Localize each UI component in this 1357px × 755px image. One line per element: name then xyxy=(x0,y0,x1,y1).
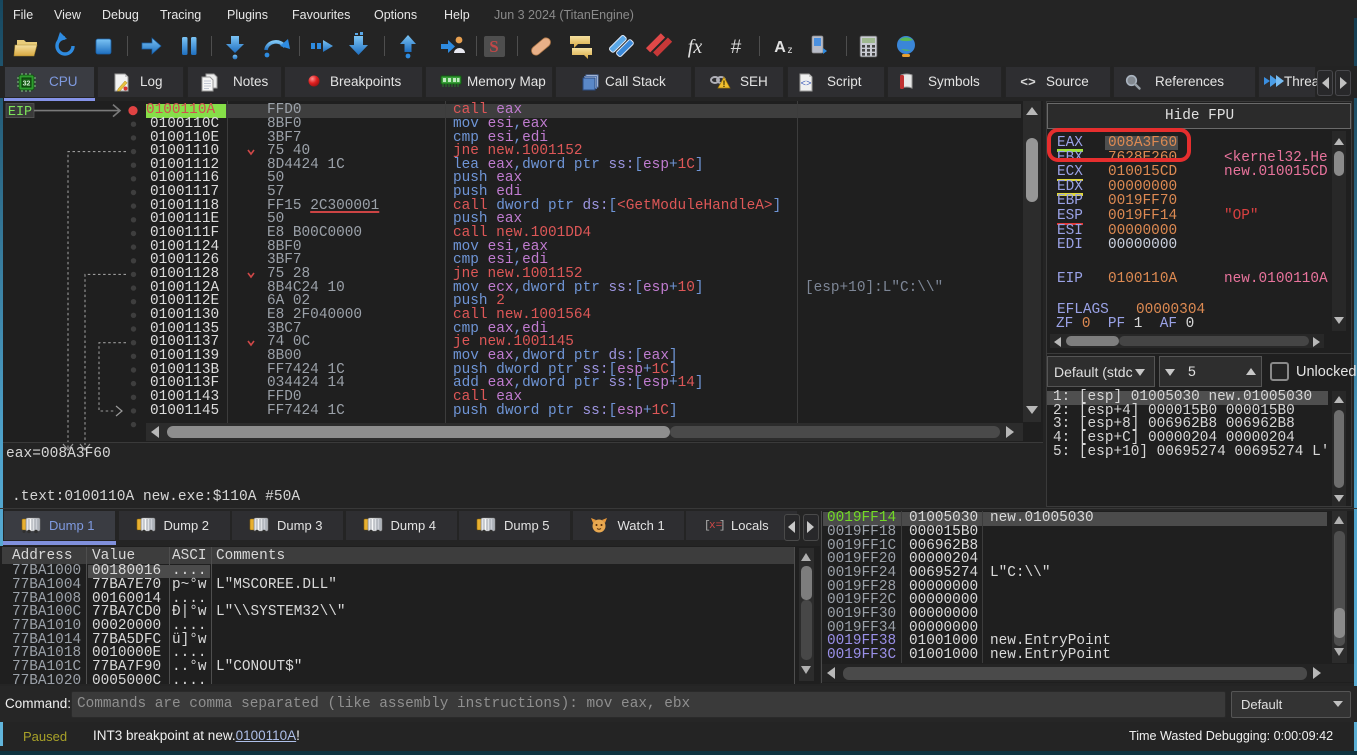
svg-text:A: A xyxy=(774,39,786,56)
svg-text:<>: <> xyxy=(1020,75,1036,89)
svg-text:fx: fx xyxy=(688,36,703,58)
svg-text:]: ] xyxy=(719,520,725,531)
svg-text:<>: <> xyxy=(801,79,812,89)
svg-text:32: 32 xyxy=(23,81,31,88)
svg-text:!: ! xyxy=(723,79,726,89)
svg-text:#: # xyxy=(731,37,742,58)
svg-text:EIP: EIP xyxy=(8,105,32,120)
svg-text:z: z xyxy=(788,45,793,56)
svg-text:S: S xyxy=(489,37,498,56)
